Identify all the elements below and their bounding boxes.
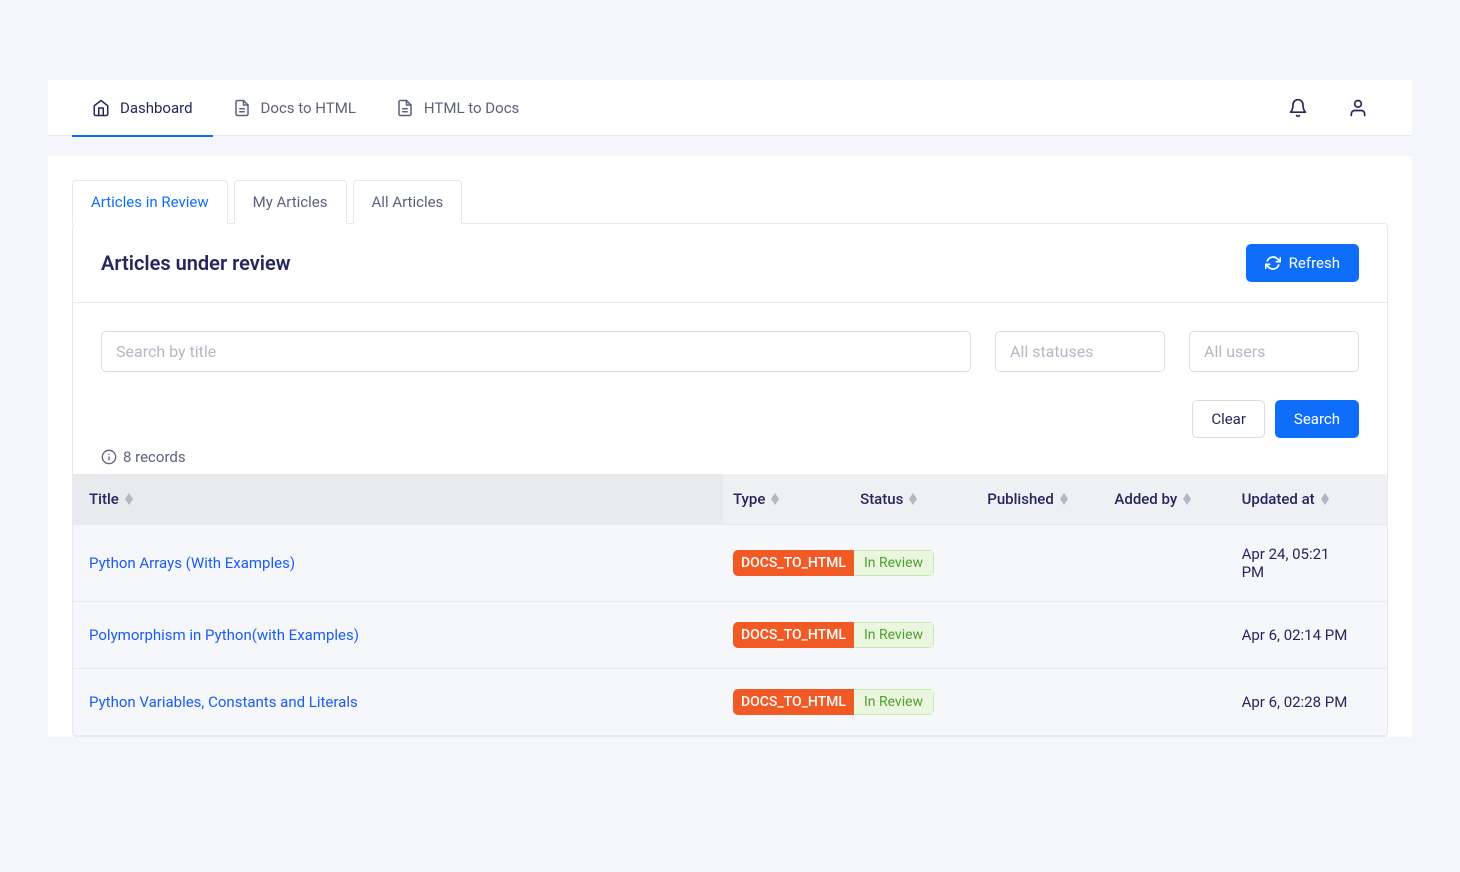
nav-item-html-to-docs[interactable]: HTML to Docs [376,80,539,136]
sort-icon [1321,493,1329,505]
main-panel: Articles in Review My Articles All Artic… [48,156,1412,737]
tab-my-articles[interactable]: My Articles [234,180,347,224]
clear-button[interactable]: Clear [1192,400,1265,438]
type-badge: DOCS_TO_HTML [733,622,854,648]
sub-tabs: Articles in Review My Articles All Artic… [72,180,1388,224]
col-added-by[interactable]: Added by [1114,490,1191,508]
sort-icon [1060,493,1068,505]
article-link[interactable]: Python Arrays (With Examples) [89,554,295,572]
status-badge: In Review [854,689,934,715]
col-status[interactable]: Status [860,490,917,508]
top-nav: Dashboard Docs to HTML HTML to Docs [48,80,1412,136]
page-title: Articles under review [101,251,291,275]
article-link[interactable]: Polymorphism in Python(with Examples) [89,626,359,644]
table-row: Polymorphism in Python(with Examples) DO… [73,602,1387,669]
col-published[interactable]: Published [987,490,1068,508]
tab-articles-in-review[interactable]: Articles in Review [72,180,228,224]
articles-table-body: Python Arrays (With Examples) DOCS_TO_HT… [73,525,1387,736]
document-icon [233,99,251,117]
refresh-label: Refresh [1289,254,1340,272]
content-card: Articles under review Refresh All status… [72,223,1388,737]
records-info: 8 records [73,448,1387,474]
type-status-badge: DOCS_TO_HTML In Review [733,622,934,648]
sort-icon [771,493,779,505]
document-icon [396,99,414,117]
bell-icon[interactable] [1288,98,1308,118]
nav-label: Docs to HTML [261,99,356,117]
nav-label: Dashboard [120,99,193,117]
status-badge: In Review [854,550,934,576]
user-icon[interactable] [1348,98,1368,118]
status-badge: In Review [854,622,934,648]
type-badge: DOCS_TO_HTML [733,689,854,715]
updated-at: Apr 6, 02:28 PM [1232,669,1359,736]
table-row: Python Arrays (With Examples) DOCS_TO_HT… [73,525,1387,602]
col-type[interactable]: Type [733,490,779,508]
sort-icon [1183,493,1191,505]
nav-label: HTML to Docs [424,99,519,117]
col-title[interactable]: Title [89,490,133,508]
type-status-badge: DOCS_TO_HTML In Review [733,550,934,576]
user-select[interactable]: All users [1189,331,1359,372]
user-select-label: All users [1204,342,1265,361]
refresh-button[interactable]: Refresh [1246,244,1359,282]
article-link[interactable]: Python Variables, Constants and Literals [89,693,358,711]
records-count: 8 records [123,448,186,466]
refresh-icon [1265,255,1281,271]
sort-icon [909,493,917,505]
search-button[interactable]: Search [1275,400,1359,438]
search-input[interactable] [101,331,971,372]
status-select[interactable]: All statuses [995,331,1165,372]
articles-table-header: Title Type Status Published Added by Upd… [73,474,1387,525]
table-row: Python Variables, Constants and Literals… [73,669,1387,736]
sort-icon [125,493,133,505]
updated-at: Apr 6, 02:14 PM [1232,602,1359,669]
status-select-label: All statuses [1010,342,1093,361]
updated-at: Apr 24, 05:21 PM [1232,525,1359,602]
info-icon [101,449,117,465]
type-badge: DOCS_TO_HTML [733,550,854,576]
nav-item-docs-to-html[interactable]: Docs to HTML [213,80,376,136]
type-status-badge: DOCS_TO_HTML In Review [733,689,934,715]
home-icon [92,99,110,117]
tab-all-articles[interactable]: All Articles [353,180,463,224]
col-updated-at[interactable]: Updated at [1242,490,1329,508]
nav-item-dashboard[interactable]: Dashboard [72,80,213,136]
